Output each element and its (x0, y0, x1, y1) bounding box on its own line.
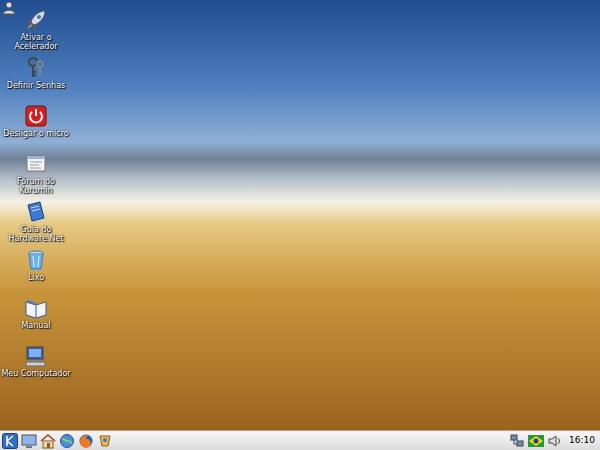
keyboard-flag-icon[interactable] (528, 435, 544, 447)
clock[interactable]: 16:10 (566, 434, 598, 448)
desktop-icon-label: Kurumin (19, 186, 52, 195)
desktop-icon[interactable]: Lixo (0, 248, 72, 296)
desktop-icon[interactable]: Guia doHardware.Net (0, 200, 72, 248)
desktop-icon-label: Desligar o micro (3, 129, 68, 138)
desktop-icon[interactable]: Manual (0, 296, 72, 344)
k-menu-icon[interactable] (2, 433, 18, 449)
forum-icon (24, 152, 48, 176)
desktop-icon-label: Lixo (28, 273, 44, 282)
desktop-icon-label: Meu Computador (1, 369, 70, 378)
kde-icon[interactable] (97, 433, 113, 449)
keys-icon (24, 56, 48, 80)
manual-icon (24, 296, 48, 320)
guide-book-icon (24, 200, 48, 224)
screen: Ativar oAcelerador Definir Senhas Desligar… (0, 0, 600, 450)
desktop-icon-label: Guia do (21, 225, 52, 234)
desktop-icons: Ativar oAcelerador Definir Senhas Desligar… (0, 0, 72, 392)
desktop-icon[interactable]: Desligar o micro (0, 104, 72, 152)
home-icon[interactable] (40, 433, 56, 449)
trash-icon (24, 248, 48, 272)
browser-icon[interactable] (59, 433, 75, 449)
desktop-icon-label: Fórum do (17, 177, 55, 186)
user-icon[interactable] (2, 1, 16, 15)
computer-icon (24, 344, 48, 368)
desktop-icon-label: Manual (21, 321, 50, 330)
desktop-icon-label: Ativar o (20, 33, 51, 42)
desktop-icon[interactable]: Fórum doKurumin (0, 152, 72, 200)
desktop-icon-label: Acelerador (14, 42, 57, 51)
desktop: Ativar oAcelerador Definir Senhas Desligar… (0, 0, 600, 430)
system-tray: 16:10 (510, 434, 598, 448)
desktop-icon-label: Hardware.Net (8, 234, 63, 243)
firefox-icon[interactable] (78, 433, 94, 449)
speaker-icon[interactable] (548, 434, 562, 448)
quick-launch (2, 433, 113, 449)
desktop-icon[interactable]: Ativar oAcelerador (0, 8, 72, 56)
show-desktop-icon[interactable] (21, 433, 37, 449)
desktop-icon[interactable]: Definir Senhas (0, 56, 72, 104)
network-icon[interactable] (510, 434, 524, 448)
power-icon (24, 104, 48, 128)
desktop-icon-label: Definir Senhas (7, 81, 65, 90)
desktop-icon[interactable]: Meu Computador (0, 344, 72, 392)
rocket-icon (24, 8, 48, 32)
taskbar: 16:10 (0, 430, 600, 450)
